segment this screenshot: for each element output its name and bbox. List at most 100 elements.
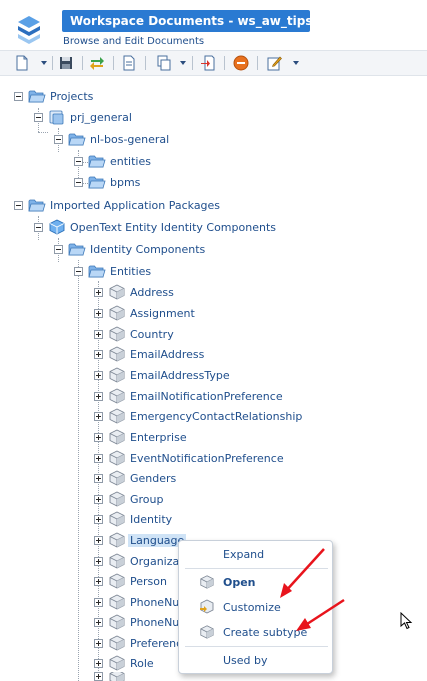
tree-node-entity[interactable]: EventNotificationPreference — [94, 448, 284, 468]
project-icon — [48, 109, 66, 125]
tree-node-entity[interactable]: Enterprise — [94, 427, 187, 447]
mouse-cursor-icon — [400, 612, 413, 630]
expand-toggle[interactable] — [94, 453, 103, 463]
window-subtitle: Browse and Edit Documents — [63, 36, 205, 47]
tree-node-entity-partial[interactable] — [94, 672, 130, 681]
entity-cube-icon — [108, 511, 126, 527]
expand-toggle[interactable] — [94, 576, 103, 586]
expand-toggle[interactable] — [94, 556, 103, 566]
tree-node-bpms-folder[interactable]: bpms — [74, 172, 140, 192]
collapse-toggle[interactable] — [34, 222, 43, 232]
tree-node-opentext-package[interactable]: OpenText Entity Identity Components — [34, 217, 276, 237]
collapse-toggle[interactable] — [34, 112, 43, 122]
copy-dropdown-caret[interactable] — [180, 61, 186, 65]
tree-node-entity-language[interactable]: Language — [94, 530, 187, 550]
tree-node-entity[interactable]: Genders — [94, 468, 176, 488]
copy-icon[interactable] — [156, 55, 172, 71]
entity-cube-icon — [108, 326, 126, 342]
tree-node-entity[interactable]: Group — [94, 489, 164, 509]
expand-toggle[interactable] — [94, 672, 103, 681]
entity-cube-icon — [108, 346, 126, 362]
entity-cube-icon — [108, 635, 126, 651]
collapse-toggle[interactable] — [54, 134, 63, 144]
expand-toggle[interactable] — [94, 349, 103, 359]
entity-cube-icon — [108, 408, 126, 424]
expand-toggle[interactable] — [94, 658, 103, 668]
collapse-toggle[interactable] — [54, 244, 63, 254]
expand-toggle[interactable] — [94, 617, 103, 627]
tree-node-entity[interactable]: Identity — [94, 509, 172, 529]
synchronize-icon[interactable] — [89, 55, 105, 71]
expand-toggle[interactable] — [94, 391, 103, 401]
tree-node-entity[interactable]: EmailNotificationPreference — [94, 386, 283, 406]
entity-cube-icon — [108, 284, 126, 300]
new-document-dropdown-caret[interactable] — [41, 61, 47, 65]
expand-toggle[interactable] — [94, 514, 103, 524]
expand-toggle[interactable] — [94, 494, 103, 504]
import-icon[interactable] — [200, 55, 216, 71]
menu-item-label: Open — [223, 575, 256, 589]
tree-node-label: PhoneNu — [130, 595, 180, 609]
tree-node-imported-packages[interactable]: Imported Application Packages — [14, 195, 220, 215]
tree-node-entities[interactable]: Entities — [74, 261, 151, 281]
menu-item-create-subtype[interactable]: Create subtype — [179, 621, 334, 643]
tree-node-label: Identity Components — [90, 242, 206, 256]
app-logo-icon — [18, 16, 40, 44]
expand-toggle[interactable] — [94, 597, 103, 607]
edit-properties-dropdown-caret[interactable] — [293, 61, 299, 65]
app-header: Workspace Documents - ws_aw_tips Browse … — [0, 0, 427, 48]
collapse-toggle[interactable] — [74, 156, 83, 166]
expand-toggle[interactable] — [94, 411, 103, 421]
toolbar-separator — [192, 56, 193, 70]
tree-node-identity-components[interactable]: Identity Components — [54, 239, 205, 259]
new-document-icon[interactable] — [14, 55, 30, 71]
expand-toggle[interactable] — [94, 287, 103, 297]
tree-node-prj-general[interactable]: prj_general — [34, 107, 132, 127]
toolbar-separator — [52, 56, 53, 70]
tree-node-label: prj_general — [70, 110, 132, 124]
stop-icon[interactable] — [233, 55, 249, 71]
tree-node-entity[interactable]: Address — [94, 282, 174, 302]
tree-node-entity[interactable]: Preferenc — [94, 633, 182, 653]
tree-node-entity[interactable]: Country — [94, 324, 174, 344]
expand-toggle[interactable] — [94, 535, 103, 545]
save-icon[interactable] — [58, 55, 74, 71]
folder-icon — [68, 131, 86, 147]
folder-icon — [88, 153, 106, 169]
entity-cube-icon — [108, 614, 126, 630]
tree-node-entity[interactable]: EmailAddress — [94, 344, 204, 364]
document-icon[interactable] — [121, 55, 137, 71]
collapse-toggle[interactable] — [14, 200, 23, 210]
expand-toggle[interactable] — [94, 308, 103, 318]
menu-item-customize[interactable]: Customize — [179, 596, 334, 618]
menu-item-expand[interactable]: Expand — [179, 543, 334, 565]
tree-node-entity[interactable]: EmergencyContactRelationship — [94, 406, 302, 426]
edit-properties-icon[interactable] — [266, 55, 282, 71]
tree-node-entity[interactable]: Role — [94, 653, 154, 673]
tree-node-label: Person — [130, 574, 167, 588]
entity-cube-icon — [108, 672, 126, 681]
tree-node-label: entities — [110, 154, 151, 168]
collapse-toggle[interactable] — [14, 91, 23, 101]
tree-node-nl-bos-general[interactable]: nl-bos-general — [54, 129, 169, 149]
expand-toggle[interactable] — [94, 370, 103, 380]
tree-node-entity[interactable]: Person — [94, 571, 167, 591]
tree-node-entity[interactable]: Assignment — [94, 303, 195, 323]
menu-item-used-by[interactable]: Used by — [179, 649, 334, 671]
tree-node-projects[interactable]: Projects — [14, 86, 93, 106]
tree-node-entity[interactable]: Organiza — [94, 551, 179, 571]
menu-item-open[interactable]: Open — [179, 571, 334, 593]
tree-node-entity[interactable]: EmailAddressType — [94, 365, 230, 385]
entity-cube-icon — [108, 553, 126, 569]
collapse-toggle[interactable] — [74, 177, 83, 187]
tree-node-label: Projects — [50, 89, 94, 103]
tree-node-label: EmailNotificationPreference — [130, 389, 283, 403]
expand-toggle[interactable] — [94, 638, 103, 648]
expand-toggle[interactable] — [94, 473, 103, 483]
tree-node-entity[interactable]: PhoneNu — [94, 592, 179, 612]
tree-node-entity[interactable]: PhoneNu — [94, 612, 179, 632]
collapse-toggle[interactable] — [74, 266, 83, 276]
tree-node-entities-folder[interactable]: entities — [74, 151, 151, 171]
expand-toggle[interactable] — [94, 432, 103, 442]
expand-toggle[interactable] — [94, 329, 103, 339]
